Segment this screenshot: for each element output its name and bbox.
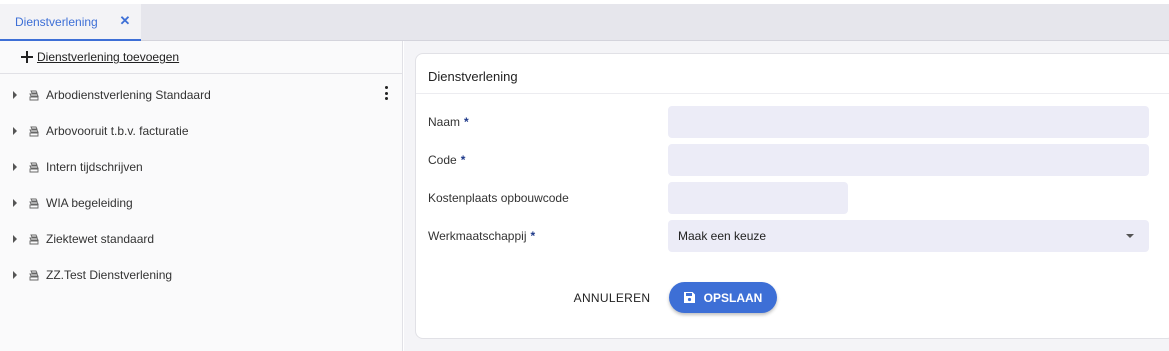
tree-item[interactable]: Arbodienstverlening Standaard bbox=[0, 77, 402, 113]
add-dienstverlening-button[interactable]: Dienstverlening toevoegen bbox=[0, 41, 402, 74]
plus-icon bbox=[21, 51, 33, 63]
tree-item[interactable]: Intern tijdschrijven bbox=[0, 149, 402, 185]
select-value: Maak een keuze bbox=[678, 229, 767, 243]
tree-item-label: Ziektewet standaard bbox=[46, 232, 155, 246]
add-dienstverlening-label[interactable]: Dienstverlening toevoegen bbox=[37, 50, 179, 64]
form-card: Dienstverlening Naam * Code * Kostenplaats… bbox=[415, 53, 1169, 339]
kostenplaats-input[interactable] bbox=[668, 182, 848, 214]
tree-item-label: Arbovooruit t.b.v. facturatie bbox=[46, 124, 189, 138]
required-marker: * bbox=[460, 153, 466, 167]
tab-label: Dienstverlening bbox=[15, 14, 98, 29]
caret-right-icon[interactable] bbox=[13, 271, 17, 279]
code-input[interactable] bbox=[668, 144, 1149, 176]
naam-input[interactable] bbox=[668, 106, 1149, 138]
sidebar: Dienstverlening toevoegen Arbodienstverl… bbox=[0, 41, 403, 351]
book-stack-icon bbox=[29, 198, 39, 208]
book-stack-icon bbox=[29, 162, 39, 172]
naam-label: Naam * bbox=[428, 115, 469, 129]
caret-right-icon[interactable] bbox=[13, 235, 17, 243]
form-title: Dienstverlening bbox=[428, 69, 518, 84]
main-panel: Dienstverlening Naam * Code * Kostenplaats… bbox=[404, 41, 1169, 351]
kostenplaats-label: Kostenplaats opbouwcode bbox=[428, 191, 569, 205]
close-icon[interactable]: ✕ bbox=[118, 14, 132, 28]
more-vert-icon[interactable] bbox=[384, 86, 388, 100]
book-stack-icon bbox=[29, 270, 39, 280]
tab-dienstverlening[interactable]: Dienstverlening ✕ bbox=[0, 4, 141, 41]
divider bbox=[416, 93, 1169, 94]
tree-item[interactable]: WIA begeleiding bbox=[0, 185, 402, 221]
code-label: Code * bbox=[428, 153, 466, 167]
tree-item-label: ZZ.Test Dienstverlening bbox=[46, 268, 173, 282]
tree-item[interactable]: Arbovooruit t.b.v. facturatie bbox=[0, 113, 402, 149]
book-stack-icon bbox=[29, 90, 39, 100]
book-stack-icon bbox=[29, 234, 39, 244]
tree-item[interactable]: Ziektewet standaard bbox=[0, 221, 402, 257]
caret-right-icon[interactable] bbox=[13, 127, 17, 135]
caret-right-icon[interactable] bbox=[13, 199, 17, 207]
required-marker: * bbox=[464, 115, 469, 129]
caret-right-icon[interactable] bbox=[13, 91, 17, 99]
tree-item-label: WIA begeleiding bbox=[46, 196, 133, 210]
required-marker: * bbox=[530, 229, 536, 243]
werkmaatschappij-select[interactable]: Maak een keuze bbox=[668, 220, 1149, 252]
tree-item-label: Intern tijdschrijven bbox=[46, 160, 143, 174]
tree-item-label: Arbodienstverlening Standaard bbox=[46, 88, 211, 102]
werkmaatschappij-label: Werkmaatschappij * bbox=[428, 229, 536, 243]
tab-strip: Dienstverlening ✕ bbox=[0, 4, 1169, 41]
tree-item[interactable]: ZZ.Test Dienstverlening bbox=[0, 257, 402, 293]
dropdown-arrow-icon bbox=[1126, 234, 1134, 238]
save-label: OPSLAAN bbox=[703, 290, 763, 305]
dienstverlening-tree: Arbodienstverlening Standaard Arbovoorui… bbox=[0, 77, 402, 293]
floppy-disk-icon bbox=[683, 292, 695, 303]
caret-right-icon[interactable] bbox=[13, 163, 17, 171]
save-button[interactable]: OPSLAAN bbox=[669, 282, 777, 313]
book-stack-icon bbox=[29, 126, 39, 136]
cancel-button[interactable]: ANNULEREN bbox=[572, 288, 652, 308]
